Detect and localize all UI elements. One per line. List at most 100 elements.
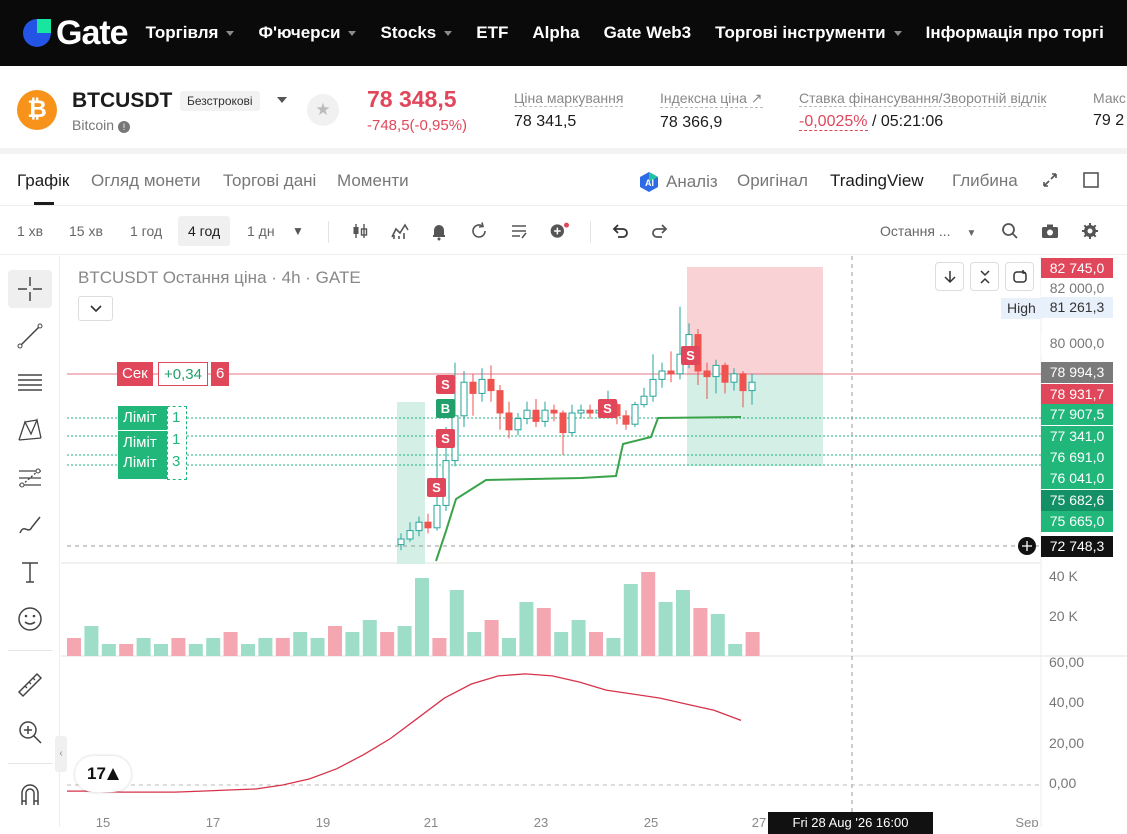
legend-collapse-button[interactable] bbox=[78, 296, 113, 321]
candle-body bbox=[622, 415, 630, 425]
tab-chart[interactable]: Графік bbox=[17, 171, 69, 191]
sell-signal-marker[interactable]: S bbox=[681, 346, 700, 365]
sell-signal-marker[interactable]: S bbox=[436, 429, 455, 448]
sell-signal-marker[interactable]: S bbox=[598, 399, 617, 418]
gate-logo[interactable]: Gate bbox=[20, 14, 129, 53]
camera-icon[interactable] bbox=[1040, 221, 1060, 241]
fullscreen-icon[interactable] bbox=[1041, 171, 1059, 189]
text-tool-icon[interactable] bbox=[8, 553, 52, 591]
timeframe-1h[interactable]: 1 год bbox=[130, 223, 162, 239]
gate-logo-icon bbox=[23, 19, 51, 47]
mark-price-label[interactable]: Ціна маркування bbox=[514, 90, 624, 107]
collapse-scale-button[interactable] bbox=[970, 262, 999, 291]
favorite-star-icon[interactable]: ★ bbox=[307, 94, 339, 126]
price-axis-label: 75 682,6 bbox=[1041, 490, 1113, 511]
search-icon[interactable] bbox=[1000, 221, 1020, 241]
nav-item-5[interactable]: Gate Web3 bbox=[604, 23, 692, 43]
drawing-tools-sidebar: ‹ bbox=[0, 256, 67, 827]
magnet-tool-icon[interactable] bbox=[8, 776, 52, 814]
nav-item-7[interactable]: Інформація про торгі bbox=[926, 23, 1104, 43]
timeframe-15m[interactable]: 15 хв bbox=[69, 223, 103, 239]
brush-tool-icon[interactable] bbox=[8, 506, 52, 544]
candle-body bbox=[721, 364, 729, 383]
nav-item-2[interactable]: Stocks bbox=[380, 23, 453, 43]
timeframe-1d[interactable]: 1 дн bbox=[247, 223, 275, 239]
symbol-name[interactable]: BTCUSDT bbox=[72, 89, 172, 113]
tab-analysis[interactable]: AI Аналіз bbox=[638, 171, 718, 193]
nav-item-0[interactable]: Торгівля bbox=[146, 23, 235, 43]
funding-rate: -0,0025% bbox=[799, 113, 868, 131]
candle-body bbox=[631, 404, 639, 425]
volume-bar bbox=[676, 590, 690, 656]
settings-gear-icon[interactable] bbox=[1080, 221, 1100, 241]
templates-icon[interactable] bbox=[509, 221, 529, 241]
candle-body bbox=[505, 412, 513, 431]
max-value: 79 2 bbox=[1093, 112, 1125, 129]
symbol-dropdown-icon[interactable] bbox=[277, 97, 287, 103]
mark-price-stat: Ціна маркування 78 341,5 bbox=[514, 90, 624, 131]
undo-icon[interactable] bbox=[610, 221, 630, 241]
nav-item-3[interactable]: ETF bbox=[476, 23, 508, 43]
pattern-tool-icon[interactable] bbox=[8, 411, 52, 449]
volume-bar bbox=[241, 644, 255, 656]
price-type-select[interactable]: Остання ... ▼ bbox=[880, 223, 976, 239]
candle-body bbox=[712, 364, 720, 378]
tab-moments[interactable]: Моменти bbox=[337, 171, 409, 191]
candle-body bbox=[640, 395, 648, 406]
tradingview-logo[interactable]: 17 bbox=[75, 756, 131, 792]
ticker-header: ₿ BTCUSDT Безстрокові Bitcoin! ★ 78 348,… bbox=[0, 66, 1127, 154]
tab-original[interactable]: Оригінал bbox=[737, 171, 808, 191]
buy-signal-marker[interactable]: B bbox=[436, 399, 455, 418]
chart-area[interactable]: 15 17 19 21 23 25 27 Sep BTCUSDT Остання ціна ·… bbox=[61, 256, 1127, 834]
ruler-tool-icon[interactable] bbox=[8, 666, 52, 704]
timeframe-1m[interactable]: 1 хв bbox=[17, 223, 43, 239]
price-axis-label: 75 665,0 bbox=[1041, 511, 1113, 532]
funding-label[interactable]: Ставка фінансування/Зворотній відлік bbox=[799, 90, 1047, 107]
osc-axis-label: 0,00 bbox=[1049, 775, 1077, 791]
mark-price-value: 78 341,5 bbox=[514, 113, 577, 130]
timeframe-dropdown-icon[interactable]: ▼ bbox=[288, 221, 308, 241]
price-change: -748,5(-0,95%) bbox=[367, 117, 468, 134]
forecast-tool-icon[interactable] bbox=[8, 459, 52, 497]
tab-tradingview[interactable]: TradingView bbox=[830, 171, 924, 191]
limit-order-label[interactable]: Ліміт bbox=[118, 406, 168, 430]
sell-signal-marker[interactable]: S bbox=[436, 375, 455, 394]
reset-chart-button[interactable] bbox=[1005, 262, 1034, 291]
redo-icon[interactable] bbox=[650, 221, 670, 241]
indicators-icon[interactable] bbox=[390, 221, 410, 241]
limit-order-stacked[interactable]: Ліміт bbox=[118, 451, 168, 479]
sell-position-label[interactable]: Сек bbox=[117, 362, 153, 386]
coin-name: Bitcoin! bbox=[72, 117, 131, 133]
sidebar-divider bbox=[8, 763, 52, 764]
nav-item-1[interactable]: Ф'ючерси bbox=[258, 23, 357, 43]
time-axis-label: 25 bbox=[644, 815, 658, 827]
candle-body bbox=[415, 521, 423, 532]
tab-depth[interactable]: Глибина bbox=[952, 171, 1018, 191]
replay-icon[interactable] bbox=[469, 221, 489, 241]
zoom-in-tool-icon[interactable] bbox=[8, 713, 52, 751]
window-mode-icon[interactable] bbox=[1082, 171, 1100, 189]
fib-tool-icon[interactable] bbox=[8, 364, 52, 402]
price-chart-canvas[interactable]: 15 17 19 21 23 25 27 Sep bbox=[61, 256, 1127, 827]
sell-signal-marker[interactable]: S bbox=[427, 478, 446, 497]
emoji-tool-icon[interactable] bbox=[8, 600, 52, 638]
trend-line-tool-icon[interactable] bbox=[8, 317, 52, 355]
timeframe-4h[interactable]: 4 год bbox=[178, 216, 231, 246]
crosshair-tool-icon[interactable] bbox=[8, 270, 52, 308]
volume-bar bbox=[519, 602, 534, 656]
info-icon[interactable]: ! bbox=[118, 121, 131, 133]
alert-icon[interactable] bbox=[429, 221, 449, 241]
candle-type-icon[interactable] bbox=[350, 221, 370, 241]
price-axis-label: 76 691,0 bbox=[1041, 447, 1113, 468]
volume-bar bbox=[397, 626, 412, 656]
add-indicator-icon[interactable] bbox=[549, 221, 569, 241]
tab-trade-data[interactable]: Торгові дані bbox=[223, 171, 316, 191]
limit-order-stacked[interactable]: Ліміт bbox=[118, 431, 168, 455]
tab-coin-overview[interactable]: Огляд монети bbox=[91, 171, 201, 191]
scroll-to-latest-button[interactable] bbox=[935, 262, 964, 291]
price-axis-label: 78 931,7 bbox=[1041, 384, 1113, 405]
index-price-label[interactable]: Індексна ціна ↗ bbox=[660, 90, 763, 108]
position-pnl[interactable]: +0,34 bbox=[158, 362, 208, 386]
nav-item-4[interactable]: Alpha bbox=[532, 23, 579, 43]
nav-item-6[interactable]: Торгові інструменти bbox=[715, 23, 902, 43]
